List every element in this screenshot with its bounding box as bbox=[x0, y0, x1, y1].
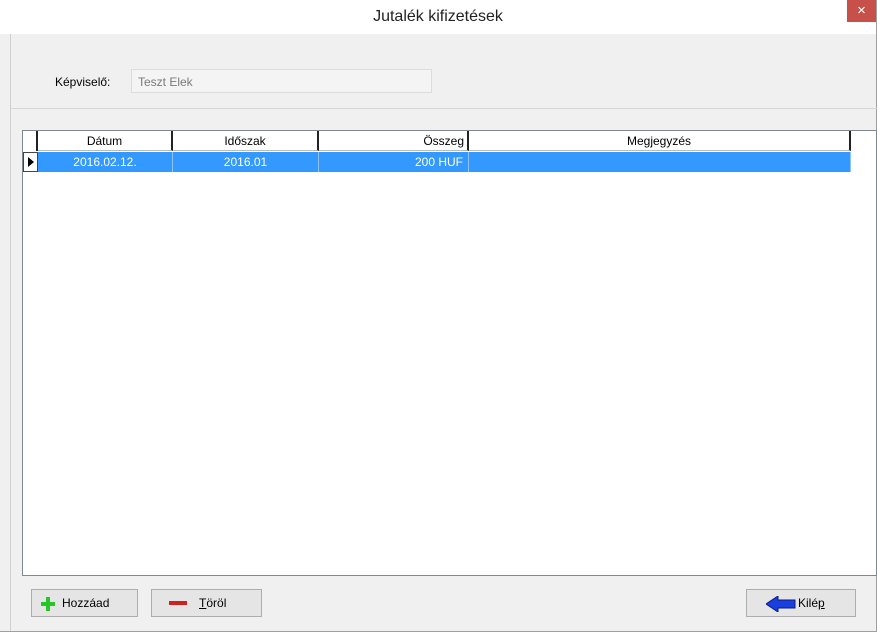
dialog-window: Jutalék kifizetések × Képviselő: Teszt E… bbox=[0, 0, 877, 632]
current-row-arrow-icon bbox=[28, 157, 34, 167]
filter-panel: Képviselő: Teszt Elek bbox=[11, 34, 877, 109]
cell-period[interactable]: 2016.01 bbox=[173, 152, 319, 172]
column-header-period[interactable]: Időszak bbox=[173, 131, 319, 151]
delete-button-label: Töröl bbox=[199, 596, 227, 610]
window-title: Jutalék kifizetések bbox=[373, 8, 503, 25]
exit-button-label: Kilép bbox=[798, 596, 825, 610]
representative-label: Képviselő: bbox=[55, 75, 111, 89]
title-bar: Jutalék kifizetések × bbox=[0, 0, 876, 34]
row-indicator bbox=[23, 152, 38, 172]
cell-note[interactable] bbox=[469, 152, 851, 172]
grid-header: Dátum Időszak Összeg Megjegyzés bbox=[23, 131, 876, 152]
exit-button[interactable]: Kilép bbox=[746, 589, 856, 617]
add-button[interactable]: Hozzáad bbox=[31, 589, 138, 617]
client-area: Képviselő: Teszt Elek Dátum Időszak Össz… bbox=[10, 34, 877, 631]
row-indicator-header bbox=[23, 131, 38, 151]
cell-amount[interactable]: 200 HUF bbox=[319, 152, 469, 172]
arrow-left-icon bbox=[766, 596, 796, 612]
plus-icon bbox=[41, 597, 55, 611]
payments-grid[interactable]: Dátum Időszak Összeg Megjegyzés 2016.02.… bbox=[22, 130, 877, 576]
delete-button[interactable]: Töröl bbox=[151, 589, 262, 617]
column-header-amount[interactable]: Összeg bbox=[319, 131, 469, 151]
column-header-note[interactable]: Megjegyzés bbox=[469, 131, 851, 151]
representative-field[interactable]: Teszt Elek bbox=[131, 69, 432, 93]
table-row[interactable]: 2016.02.12. 2016.01 200 HUF bbox=[23, 152, 876, 172]
cell-date[interactable]: 2016.02.12. bbox=[38, 152, 173, 172]
close-icon: × bbox=[857, 2, 866, 19]
add-button-label: Hozzáad bbox=[62, 596, 110, 610]
column-header-date[interactable]: Dátum bbox=[38, 131, 173, 151]
minus-icon bbox=[169, 601, 187, 605]
close-button[interactable]: × bbox=[847, 0, 876, 22]
